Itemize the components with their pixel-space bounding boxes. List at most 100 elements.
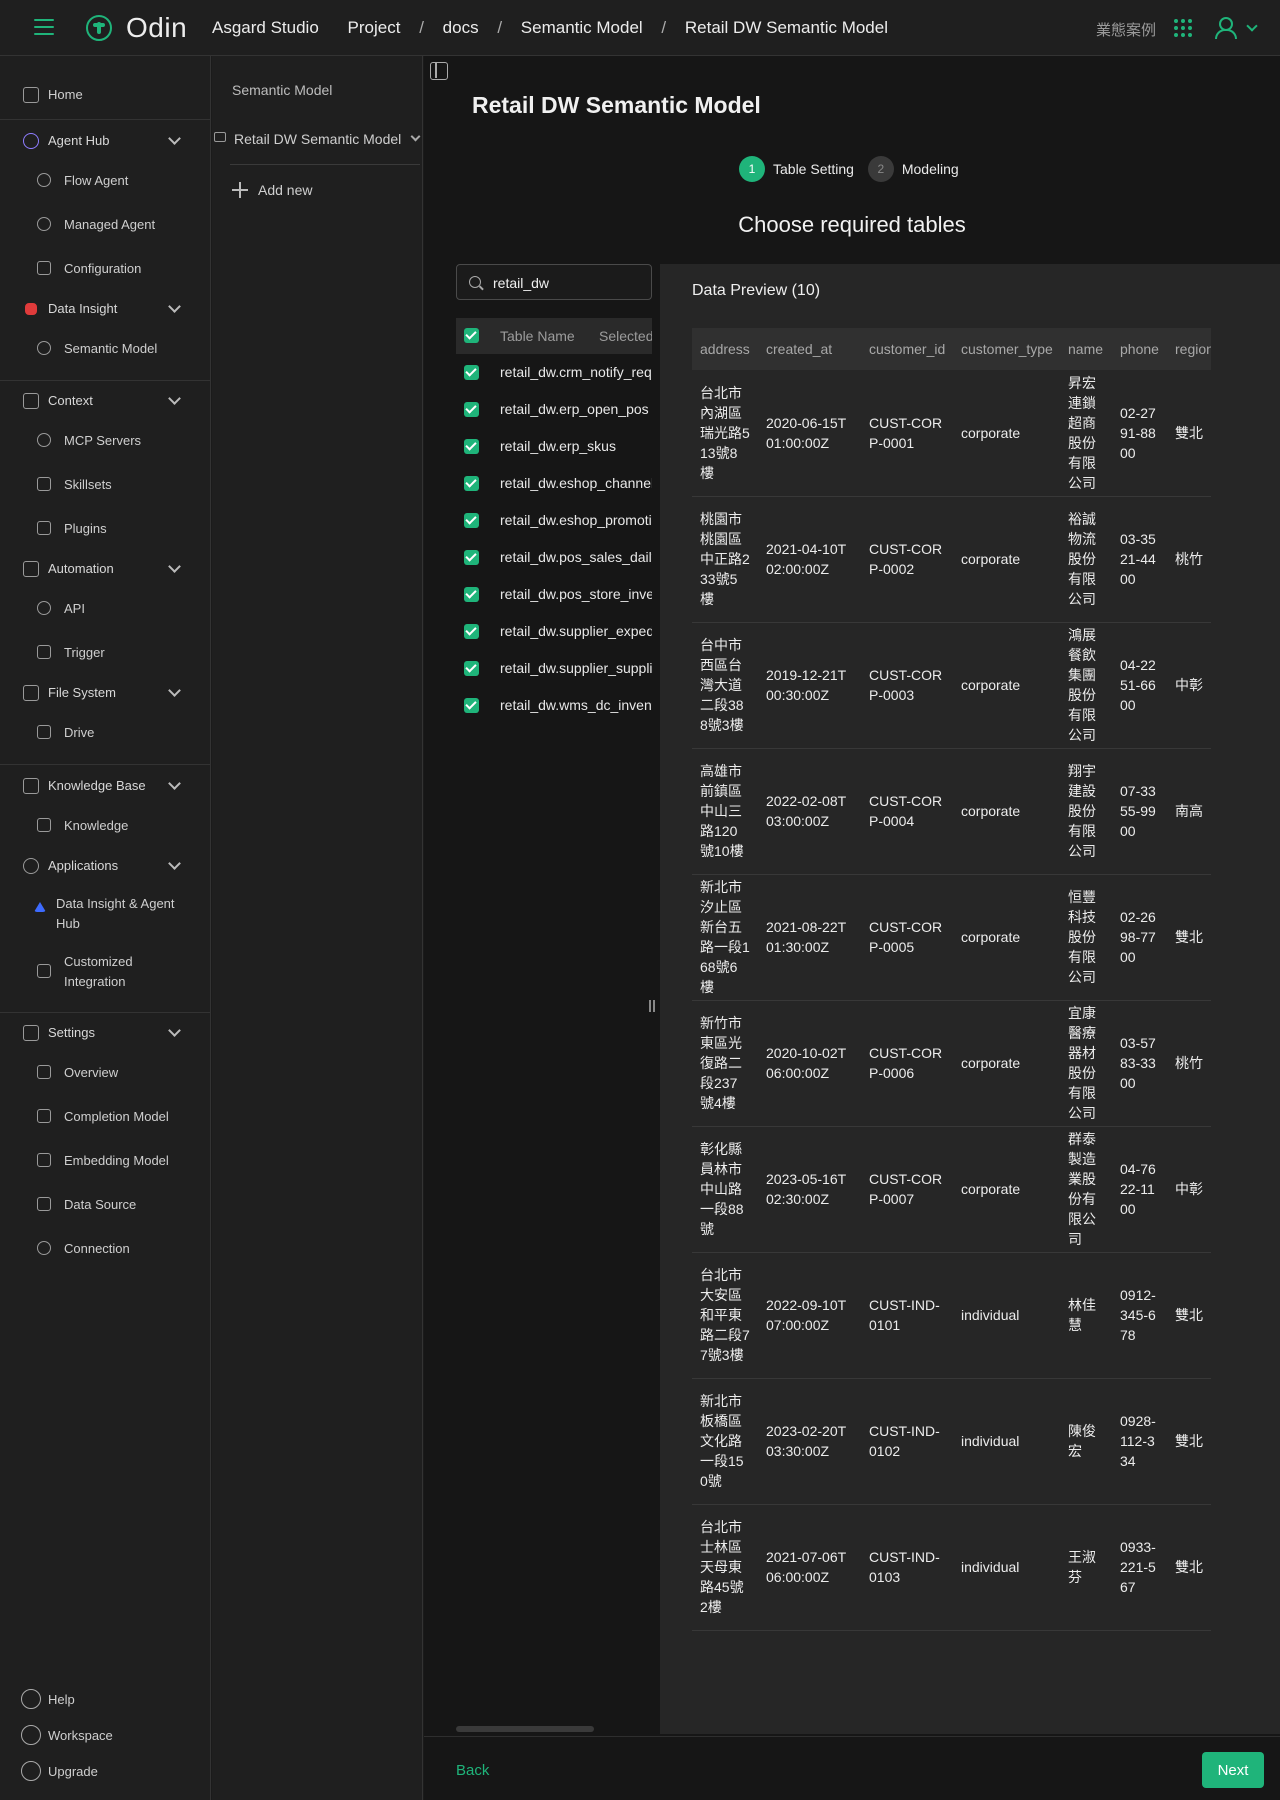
sidebar-group-file-system[interactable]: File System bbox=[0, 678, 211, 708]
table-checkbox[interactable] bbox=[464, 550, 479, 565]
cell-customer-id: CUST-IND-0102 bbox=[861, 1378, 953, 1505]
table-list-item[interactable]: retail_dw.erp_open_pos bbox=[456, 391, 652, 428]
divider bbox=[0, 119, 211, 120]
table-list-item[interactable]: retail_dw.pos_store_inventory bbox=[456, 576, 652, 613]
sidebar-item-mcp-servers[interactable]: MCP Servers bbox=[0, 426, 211, 456]
sidebar-item-data-insight-agent-hub[interactable]: Data Insight & Agent Hub bbox=[0, 892, 211, 936]
sidebar-item-help[interactable]: Help bbox=[0, 1686, 211, 1712]
sidebar-item-managed-agent[interactable]: Managed Agent bbox=[0, 210, 211, 240]
cell-region: 雙北 bbox=[1167, 370, 1211, 497]
table-list-item[interactable]: retail_dw.eshop_channels bbox=[456, 465, 652, 502]
sidebar-item-data-source[interactable]: Data Source bbox=[0, 1190, 211, 1220]
table-checkbox[interactable] bbox=[464, 587, 479, 602]
table-row: 台北市士林區天母東路45號2樓 2021-07-06T06:00:00Z CUST-… bbox=[692, 1504, 1211, 1631]
sidebar-group-data-insight[interactable]: Data Insight bbox=[0, 294, 211, 324]
table-row: 台北市內湖區瑞光路513號8樓 2020-06-15T01:00:00Z CUST-… bbox=[692, 370, 1211, 497]
sidebar-item-semantic-model[interactable]: Semantic Model bbox=[0, 334, 211, 364]
table-list-item[interactable]: retail_dw.supplier_expedite bbox=[456, 613, 652, 650]
model-folder-item[interactable]: Retail DW Semantic Model bbox=[212, 129, 423, 151]
chevron-down-icon[interactable] bbox=[168, 560, 181, 573]
table-checkbox[interactable] bbox=[464, 698, 479, 713]
cloud-icon bbox=[37, 433, 51, 447]
breadcrumb-semantic-model[interactable]: Semantic Model bbox=[521, 18, 643, 38]
search-input[interactable] bbox=[493, 273, 643, 293]
sidebar-item-flow-agent[interactable]: Flow Agent bbox=[0, 166, 211, 196]
chevron-down-icon[interactable] bbox=[168, 300, 181, 313]
horizontal-scrollbar[interactable] bbox=[456, 1726, 594, 1732]
table-checkbox[interactable] bbox=[464, 365, 479, 380]
table-checkbox[interactable] bbox=[464, 661, 479, 676]
table-list-item[interactable]: retail_dw.erp_skus bbox=[456, 428, 652, 465]
settings-sliders-icon bbox=[23, 1025, 39, 1041]
sidebar-group-knowledge-base[interactable]: Knowledge Base bbox=[0, 771, 211, 801]
user-icon[interactable] bbox=[1214, 16, 1237, 39]
menu-icon[interactable] bbox=[34, 19, 54, 35]
main-content: Retail DW Semantic Model 1 Table Setting … bbox=[424, 56, 1280, 1800]
chevron-down-icon[interactable] bbox=[168, 392, 181, 405]
table-name: retail_dw.wms_dc_inventory bbox=[500, 697, 652, 713]
next-button[interactable]: Next bbox=[1202, 1752, 1264, 1788]
table-list-item[interactable]: retail_dw.supplier_suppliers bbox=[456, 650, 652, 687]
chevron-down-icon[interactable] bbox=[168, 1024, 181, 1037]
chevron-down-icon[interactable] bbox=[410, 131, 421, 142]
table-name: retail_dw.crm_notify_requests bbox=[500, 364, 652, 380]
search-icon bbox=[469, 276, 481, 288]
divider bbox=[0, 380, 211, 381]
sidebar-item-embedding-model[interactable]: Embedding Model bbox=[0, 1146, 211, 1176]
chevron-down-icon[interactable] bbox=[168, 777, 181, 790]
sidebar-group-settings[interactable]: Settings bbox=[0, 1018, 211, 1048]
cell-region: 南高 bbox=[1167, 748, 1211, 875]
chevron-down-icon[interactable] bbox=[168, 857, 181, 870]
workspace-case-link[interactable]: 業態案例 bbox=[1096, 19, 1156, 40]
sidebar-item-trigger[interactable]: Trigger bbox=[0, 638, 211, 668]
sidebar-item-overview[interactable]: Overview bbox=[0, 1058, 211, 1088]
sidebar-item-workspace[interactable]: Workspace bbox=[0, 1722, 211, 1748]
breadcrumb-project[interactable]: Project bbox=[348, 18, 401, 38]
sidebar-group-context[interactable]: Context bbox=[0, 386, 211, 416]
add-new-label: Add new bbox=[258, 182, 313, 198]
sidebar-item-home[interactable]: Home bbox=[0, 80, 211, 110]
table-checkbox[interactable] bbox=[464, 439, 479, 454]
sidebar-item-upgrade[interactable]: Upgrade bbox=[0, 1758, 211, 1784]
table-checkbox[interactable] bbox=[464, 402, 479, 417]
odin-logo-icon bbox=[86, 15, 112, 41]
chevron-down-icon[interactable] bbox=[1246, 20, 1258, 32]
database-icon bbox=[37, 1197, 51, 1211]
sidebar-group-applications[interactable]: Applications bbox=[0, 851, 211, 881]
chevron-down-icon[interactable] bbox=[168, 132, 181, 145]
resize-handle[interactable] bbox=[649, 1000, 657, 1012]
sidebar-item-completion-model[interactable]: Completion Model bbox=[0, 1102, 211, 1132]
sidebar-group-agent-hub[interactable]: Agent Hub bbox=[0, 126, 211, 156]
sidebar-item-connection[interactable]: Connection bbox=[0, 1234, 211, 1264]
cell-phone: 0912-345-678 bbox=[1112, 1252, 1167, 1379]
sidebar-item-label: Drive bbox=[64, 725, 95, 740]
sidebar-item-knowledge[interactable]: Knowledge bbox=[0, 811, 211, 841]
sidebar-item-customized-integration[interactable]: Customized Integration bbox=[0, 950, 211, 994]
sidebar-item-label: Context bbox=[48, 393, 93, 408]
sidebar-item-api[interactable]: API bbox=[0, 594, 211, 624]
sidebar-item-plugins[interactable]: Plugins bbox=[0, 514, 211, 544]
apps-grid-icon[interactable] bbox=[1174, 19, 1192, 37]
table-checkbox[interactable] bbox=[464, 476, 479, 491]
breadcrumb-separator: / bbox=[497, 18, 503, 37]
chevron-down-icon[interactable] bbox=[168, 684, 181, 697]
add-new-button[interactable]: Add new bbox=[232, 182, 312, 198]
sidebar-group-automation[interactable]: Automation bbox=[0, 554, 211, 584]
table-checkbox[interactable] bbox=[464, 513, 479, 528]
breadcrumb-docs[interactable]: docs bbox=[443, 18, 479, 38]
table-list-item[interactable]: retail_dw.eshop_promotions bbox=[456, 502, 652, 539]
data-preview-table: address created_at customer_id customer_typ… bbox=[692, 328, 1211, 1631]
table-checkbox[interactable] bbox=[464, 624, 479, 639]
table-list-item[interactable]: retail_dw.pos_sales_daily bbox=[456, 539, 652, 576]
back-button[interactable]: Back bbox=[456, 1762, 489, 1779]
select-all-checkbox[interactable] bbox=[464, 328, 479, 343]
sidebar-item-skillsets[interactable]: Skillsets bbox=[0, 470, 211, 500]
book-closed-icon bbox=[37, 818, 51, 832]
sidebar-item-configuration[interactable]: Configuration bbox=[0, 254, 211, 284]
sidebar-item-drive[interactable]: Drive bbox=[0, 718, 211, 748]
collapse-panel-icon[interactable] bbox=[430, 62, 448, 80]
table-list-item[interactable]: retail_dw.crm_notify_requests bbox=[456, 354, 652, 391]
cell-phone: 02-2791-8800 bbox=[1112, 370, 1167, 497]
studio-name[interactable]: Asgard Studio bbox=[212, 18, 319, 38]
table-list-item[interactable]: retail_dw.wms_dc_inventory bbox=[456, 687, 652, 724]
